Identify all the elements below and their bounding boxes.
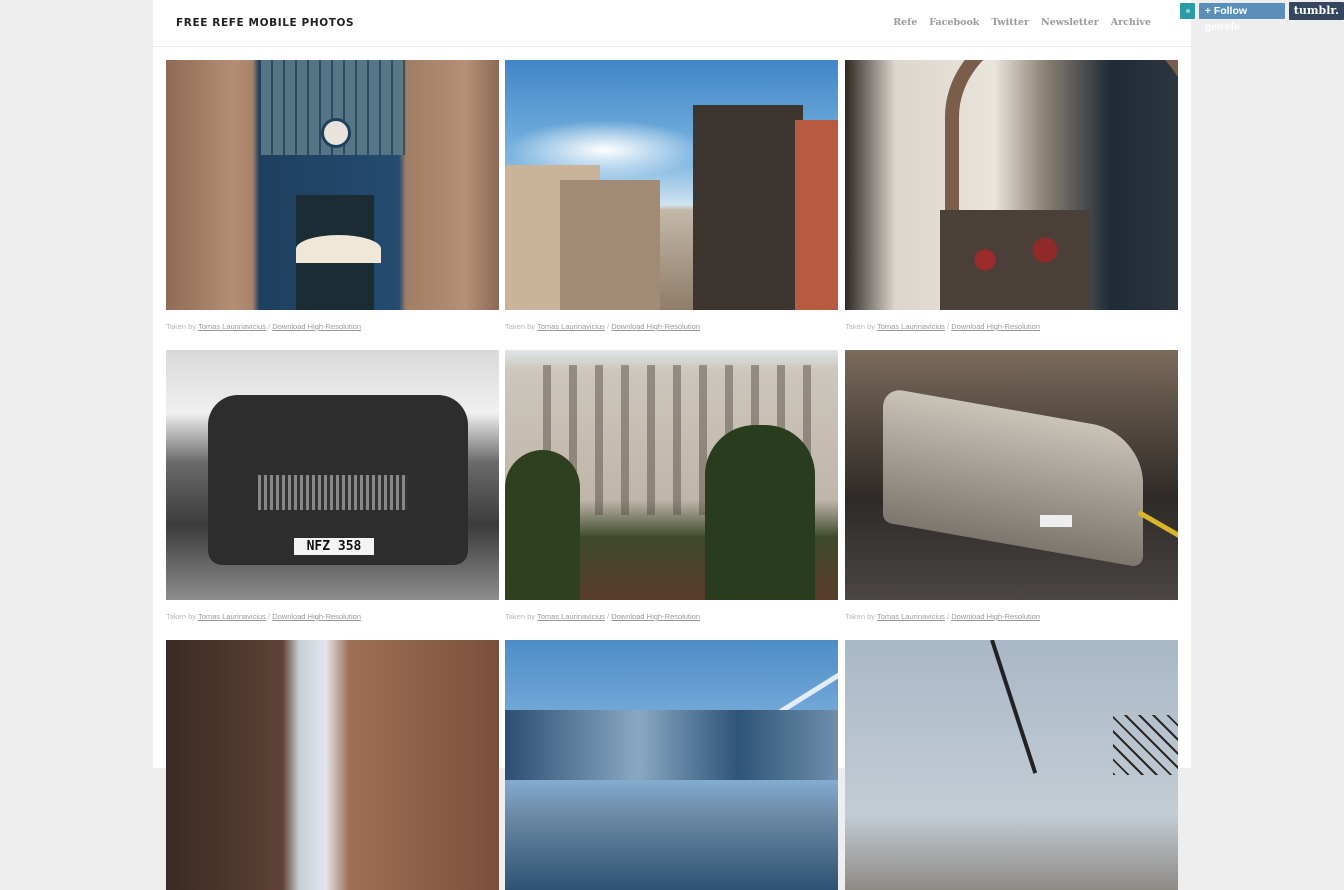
photo-caption: Taken by Tomas Laurinavicius / Download …: [505, 322, 700, 331]
caption-prefix: Taken by: [845, 612, 876, 621]
tumblr-controls: + Follow getrefe tumblr.: [1180, 2, 1344, 33]
photo-post: [845, 640, 1178, 890]
main-nav: Refe Facebook Twitter Newsletter Archive: [881, 17, 1151, 28]
mercedes-car-photo[interactable]: NFZ 358: [166, 350, 499, 600]
narrow-street-photo[interactable]: [166, 640, 499, 890]
photo-caption: Taken by Tomas Laurinavicius / Download …: [845, 322, 1040, 331]
nav-link-archive[interactable]: Archive: [1111, 17, 1151, 28]
download-link[interactable]: Download High-Resolution: [272, 612, 361, 621]
nav-link-twitter[interactable]: Twitter: [991, 17, 1029, 28]
photo-caption: Taken by Tomas Laurinavicius / Download …: [166, 322, 361, 331]
license-plate: NFZ 358: [294, 538, 374, 555]
photo-caption: Taken by Tomas Laurinavicius / Download …: [845, 612, 1040, 621]
photo-post: NFZ 358 Taken by Tomas Laurinavicius / D…: [166, 350, 499, 621]
download-link[interactable]: Download High-Resolution: [272, 322, 361, 331]
arcade-cafe-photo[interactable]: [845, 60, 1178, 310]
follow-button[interactable]: + Follow getrefe: [1198, 3, 1285, 33]
photo-caption: Taken by Tomas Laurinavicius / Download …: [166, 612, 361, 621]
caption-prefix: Taken by: [166, 612, 197, 621]
page-container: FREE REFE MOBILE PHOTOS Refe Facebook Tw…: [153, 0, 1191, 890]
nav-link-facebook[interactable]: Facebook: [929, 17, 979, 28]
author-link[interactable]: Tomas Laurinavicius: [198, 612, 266, 621]
caption-separator: /: [268, 322, 271, 331]
download-link[interactable]: Download High-Resolution: [951, 322, 1040, 331]
author-link[interactable]: Tomas Laurinavicius: [537, 612, 605, 621]
caption-prefix: Taken by: [845, 322, 876, 331]
ornate-building-photo[interactable]: [505, 350, 838, 600]
author-link[interactable]: Tomas Laurinavicius: [877, 322, 945, 331]
photo-caption: Taken by Tomas Laurinavicius / Download …: [505, 612, 700, 621]
construction-crane-photo[interactable]: [845, 640, 1178, 890]
vintage-car-street-photo[interactable]: [845, 350, 1178, 600]
caption-prefix: Taken by: [505, 612, 536, 621]
caption-separator: /: [607, 322, 610, 331]
author-link[interactable]: Tomas Laurinavicius: [198, 322, 266, 331]
tumblr-logo[interactable]: tumblr.: [1288, 2, 1344, 20]
caption-separator: /: [268, 612, 271, 621]
caption-separator: /: [947, 322, 950, 331]
market-hall-photo[interactable]: [166, 60, 499, 310]
nav-link-newsletter[interactable]: Newsletter: [1041, 17, 1099, 28]
download-link[interactable]: Download High-Resolution: [611, 612, 700, 621]
download-link[interactable]: Download High-Resolution: [951, 612, 1040, 621]
tumblr-dashboard-icon[interactable]: [1180, 3, 1195, 19]
city-buildings-photo[interactable]: [505, 60, 838, 310]
site-title[interactable]: FREE REFE MOBILE PHOTOS: [176, 17, 354, 29]
author-link[interactable]: Tomas Laurinavicius: [537, 322, 605, 331]
site-header: FREE REFE MOBILE PHOTOS Refe Facebook Tw…: [153, 0, 1191, 47]
photo-post: Taken by Tomas Laurinavicius / Download …: [845, 350, 1178, 621]
caption-prefix: Taken by: [505, 322, 536, 331]
author-link[interactable]: Tomas Laurinavicius: [877, 612, 945, 621]
photo-post: [505, 640, 838, 890]
caption-separator: /: [607, 612, 610, 621]
photo-post: [166, 640, 499, 890]
photo-post: Taken by Tomas Laurinavicius / Download …: [166, 60, 499, 331]
caption-prefix: Taken by: [166, 322, 197, 331]
caption-separator: /: [947, 612, 950, 621]
glass-building-photo[interactable]: [505, 640, 838, 890]
download-link[interactable]: Download High-Resolution: [611, 322, 700, 331]
photo-post: Taken by Tomas Laurinavicius / Download …: [845, 60, 1178, 331]
photo-post: Taken by Tomas Laurinavicius / Download …: [505, 60, 838, 331]
nav-link-refe[interactable]: Refe: [893, 17, 917, 28]
photo-post: Taken by Tomas Laurinavicius / Download …: [505, 350, 838, 621]
